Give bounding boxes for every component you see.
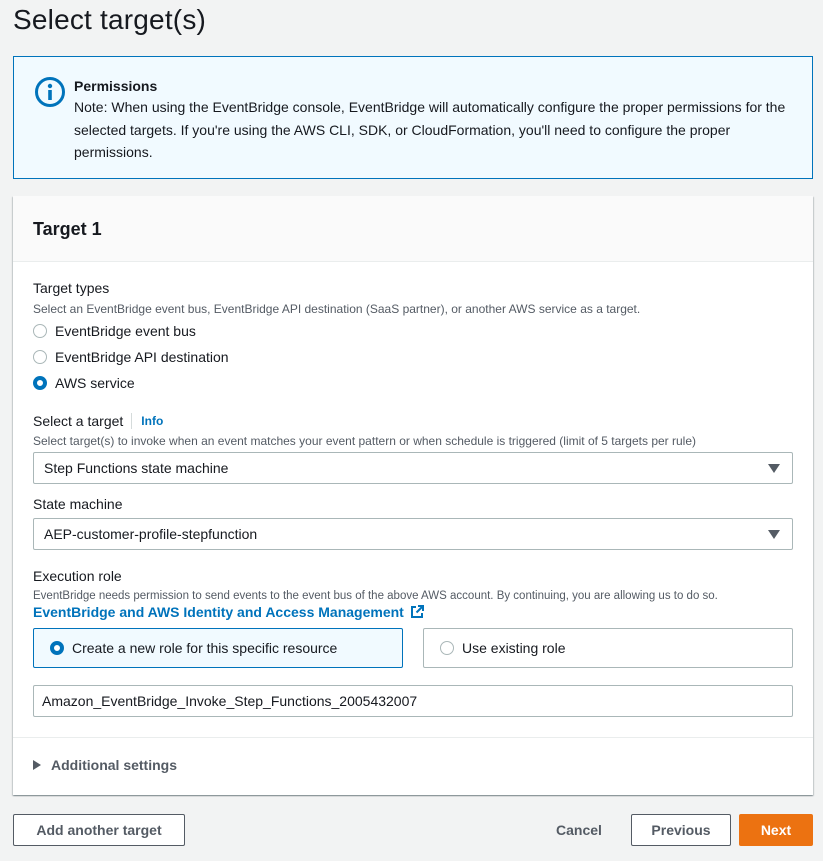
alert-title: Permissions bbox=[74, 78, 158, 94]
add-another-target-button[interactable]: Add another target bbox=[13, 814, 185, 846]
info-link[interactable]: Info bbox=[141, 414, 163, 428]
target-types-label: Target types bbox=[33, 280, 110, 296]
execution-role-description: EventBridge needs permission to send eve… bbox=[33, 590, 718, 602]
radio-event-bus[interactable]: EventBridge event bus bbox=[33, 321, 196, 341]
external-link-icon[interactable] bbox=[410, 605, 424, 619]
radio-aws-service[interactable]: AWS service bbox=[33, 373, 135, 393]
role-name-input[interactable]: Amazon_EventBridge_Invoke_Step_Functions… bbox=[33, 685, 793, 717]
tile-use-existing-role[interactable]: Use existing role bbox=[423, 628, 793, 668]
permissions-alert: Permissions Note: When using the EventBr… bbox=[13, 56, 813, 179]
target-select-value: Step Functions state machine bbox=[44, 460, 229, 476]
target-panel: Target 1 Target types Select an EventBri… bbox=[13, 196, 813, 795]
state-machine-select[interactable]: AEP-customer-profile-stepfunction bbox=[33, 518, 793, 550]
radio-button[interactable] bbox=[440, 641, 454, 655]
caret-down-icon bbox=[768, 530, 780, 539]
panel-header: Target 1 bbox=[13, 196, 813, 262]
next-button[interactable]: Next bbox=[739, 814, 813, 846]
radio-button[interactable] bbox=[33, 350, 47, 364]
tile-create-new-role[interactable]: Create a new role for this specific reso… bbox=[33, 628, 403, 668]
target-types-description: Select an EventBridge event bus, EventBr… bbox=[33, 302, 641, 316]
tile-label: Use existing role bbox=[462, 640, 566, 656]
radio-label: AWS service bbox=[55, 375, 135, 391]
caret-right-icon bbox=[33, 760, 41, 770]
execution-role-label: Execution role bbox=[33, 568, 122, 584]
alert-body: Note: When using the EventBridge console… bbox=[74, 99, 786, 160]
additional-settings-label: Additional settings bbox=[51, 757, 177, 773]
tile-label: Create a new role for this specific reso… bbox=[72, 640, 338, 656]
cancel-button[interactable]: Cancel bbox=[546, 814, 612, 846]
target-select[interactable]: Step Functions state machine bbox=[33, 452, 793, 484]
select-target-label-row: Select a target Info bbox=[33, 411, 163, 431]
radio-label: EventBridge API destination bbox=[55, 349, 229, 365]
radio-button-checked[interactable] bbox=[33, 376, 47, 390]
radio-button[interactable] bbox=[33, 324, 47, 338]
divider bbox=[13, 737, 813, 738]
radio-api-destination[interactable]: EventBridge API destination bbox=[33, 347, 229, 367]
radio-label: EventBridge event bus bbox=[55, 323, 196, 339]
previous-button[interactable]: Previous bbox=[631, 814, 731, 846]
page-title: Select target(s) bbox=[13, 4, 207, 35]
target-header: Target 1 bbox=[33, 219, 102, 239]
radio-button-checked[interactable] bbox=[50, 641, 64, 655]
caret-down-icon bbox=[768, 464, 780, 473]
select-target-description: Select target(s) to invoke when an event… bbox=[33, 434, 696, 448]
state-machine-label: State machine bbox=[33, 496, 123, 512]
select-target-label: Select a target bbox=[33, 413, 124, 429]
iam-link-text[interactable]: EventBridge and AWS Identity and Access … bbox=[33, 604, 404, 620]
iam-link[interactable]: EventBridge and AWS Identity and Access … bbox=[33, 604, 424, 620]
additional-settings-expander[interactable]: Additional settings bbox=[33, 757, 177, 773]
label-divider bbox=[131, 413, 133, 429]
state-machine-value: AEP-customer-profile-stepfunction bbox=[44, 526, 258, 542]
info-icon bbox=[35, 77, 65, 107]
